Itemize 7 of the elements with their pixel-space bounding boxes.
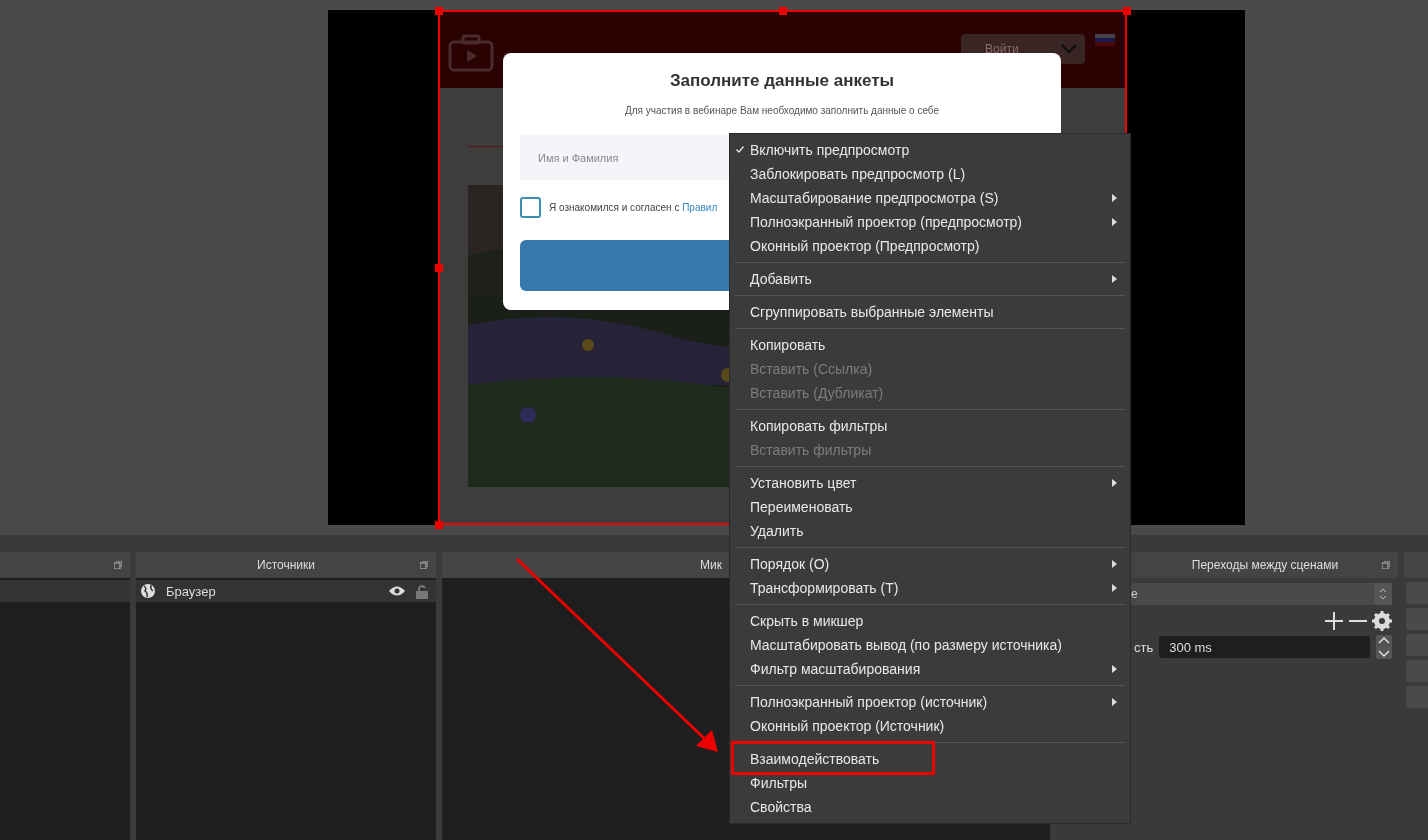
panel-title: Источники: [257, 558, 315, 572]
duration-label: сть: [1134, 639, 1154, 655]
consent-text: Я ознакомился и согласен с Правил: [549, 202, 718, 213]
dialog-title: Заполните данные анкеты: [668, 71, 896, 91]
panel-title: Мик: [700, 558, 722, 572]
panel-title: Переходы между сценами: [1191, 558, 1339, 572]
dialog-subtitle: Для участия в вебинаре Вам необходимо заполнить данные о себе: [623, 105, 941, 116]
